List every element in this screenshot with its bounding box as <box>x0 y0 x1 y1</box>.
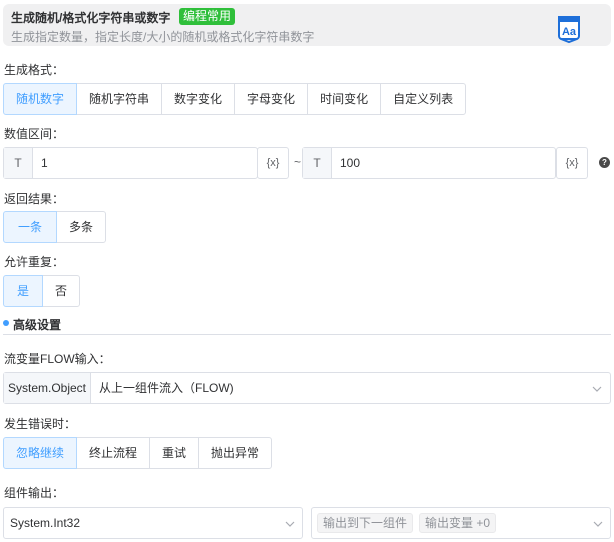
result-options: 一条 多条 <box>3 211 107 243</box>
result-label: 返回结果： <box>4 192 65 206</box>
result-option-multiple[interactable]: 多条 <box>56 211 107 243</box>
error-label: 发生错误时： <box>4 417 77 431</box>
range-max-variable-button[interactable]: {x} <box>556 147 588 179</box>
range-max-field[interactable]: T 100 <box>302 147 556 179</box>
format-option-time-change[interactable]: 时间变化 <box>307 83 382 115</box>
repeat-options: 是 否 <box>3 275 81 307</box>
flow-input-select[interactable]: System.Object 从上一组件流入（FLOW) <box>3 372 611 404</box>
error-option-ignore[interactable]: 忽略继续 <box>3 437 78 469</box>
range-separator: ~ <box>294 155 302 169</box>
advanced-section-header: 高级设置 <box>3 314 611 335</box>
format-option-random-number[interactable]: 随机数字 <box>3 83 78 115</box>
flow-value: 从上一组件流入（FLOW) <box>99 381 234 395</box>
svg-text:Aa: Aa <box>562 26 577 38</box>
advanced-section-title: 高级设置 <box>13 318 62 332</box>
range-min-input[interactable]: 1 <box>33 148 257 178</box>
flow-label: 流变量FLOW输入： <box>4 352 111 366</box>
format-option-letter-change[interactable]: 字母变化 <box>234 83 309 115</box>
error-option-throw[interactable]: 抛出异常 <box>198 437 273 469</box>
output-target-select[interactable]: 输出到下一组件 输出变量 +0 <box>311 507 611 539</box>
output-type-select[interactable]: System.Int32 <box>3 507 303 539</box>
range-min-variable-button[interactable]: {x} <box>257 147 289 179</box>
format-label: 生成格式： <box>4 63 65 77</box>
component-description: 生成指定数量，指定长度/大小的随机或格式化字符串数字 <box>11 30 315 44</box>
output-tag-variable: 输出变量 +0 <box>419 513 497 533</box>
flow-type: System.Object <box>4 373 91 403</box>
section-dot-icon <box>3 320 9 326</box>
range-label: 数值区间： <box>4 127 65 141</box>
error-options: 忽略继续 终止流程 重试 抛出异常 <box>3 437 273 469</box>
output-label: 组件输出： <box>4 486 65 500</box>
format-option-custom-list[interactable]: 自定义列表 <box>380 83 467 115</box>
range-min-field[interactable]: T 1 <box>3 147 258 179</box>
format-options: 随机数字 随机字符串 数字变化 字母变化 时间变化 自定义列表 <box>3 83 467 115</box>
question-icon[interactable]: ? <box>599 157 610 168</box>
format-option-random-string[interactable]: 随机字符串 <box>76 83 163 115</box>
chevron-down-icon <box>592 386 602 392</box>
repeat-label: 允许重复： <box>4 255 65 269</box>
chevron-down-icon <box>593 521 603 527</box>
category-tag: 编程常用 <box>179 8 236 25</box>
range-min-type: T <box>4 148 33 178</box>
output-tag-next-component: 输出到下一组件 <box>317 513 414 533</box>
component-title: 生成随机/格式化字符串或数字 <box>11 11 171 25</box>
repeat-option-yes[interactable]: 是 <box>3 275 44 307</box>
chevron-down-icon <box>285 521 295 527</box>
format-option-number-change[interactable]: 数字变化 <box>161 83 236 115</box>
output-type-value: System.Int32 <box>10 516 81 530</box>
error-option-retry[interactable]: 重试 <box>149 437 200 469</box>
error-option-stop[interactable]: 终止流程 <box>76 437 151 469</box>
range-max-input[interactable]: 100 <box>332 148 555 178</box>
component-header: 生成随机/格式化字符串或数字 编程常用 生成指定数量，指定长度/大小的随机或格式… <box>3 4 611 46</box>
range-max-type: T <box>303 148 332 178</box>
font-aa-icon: Aa <box>558 16 580 44</box>
result-option-single[interactable]: 一条 <box>3 211 58 243</box>
repeat-option-no[interactable]: 否 <box>42 275 81 307</box>
